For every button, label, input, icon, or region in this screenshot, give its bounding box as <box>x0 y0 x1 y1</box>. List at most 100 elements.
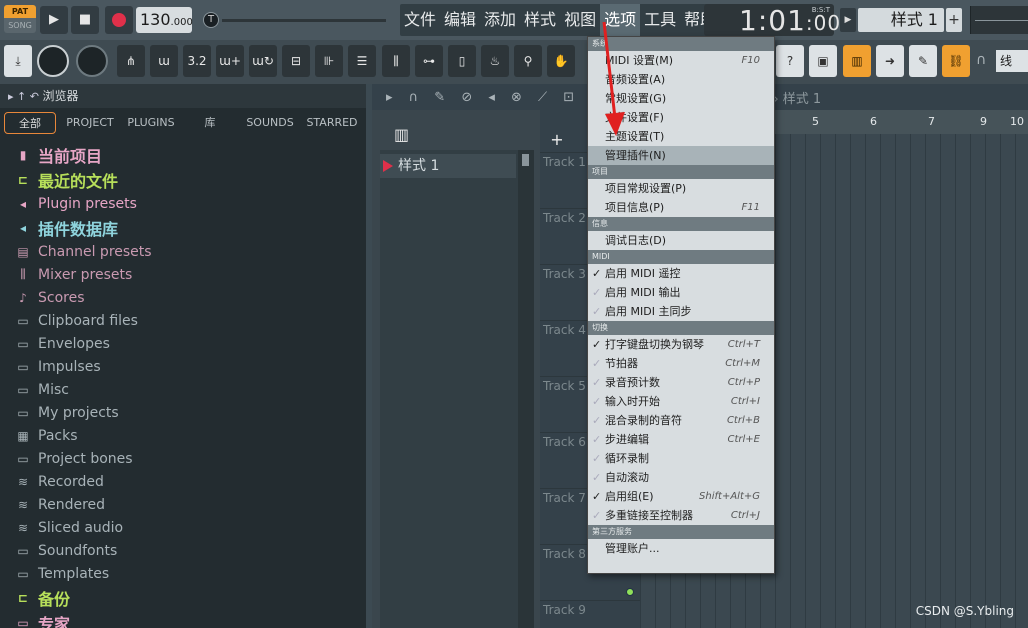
record-button[interactable] <box>105 6 133 34</box>
playlist-tool-icons[interactable]: ▸ ∩ ✎ ⊘ ◂ ⊗ ⟋ ⊡ <box>386 90 580 105</box>
pattern-name[interactable]: 样式 1 <box>858 8 944 32</box>
touch-icon[interactable]: ✋ <box>547 45 575 77</box>
menu-tools[interactable]: 工具 <box>640 4 680 36</box>
pattern-selector[interactable]: ▶ 样式 1 + <box>840 6 964 34</box>
list-item[interactable]: ▭ Misc <box>14 378 364 401</box>
typing-piano-icon[interactable]: ▥ <box>843 45 871 77</box>
menu-item-multilink[interactable]: ✓ 多重链接至控制器 Ctrl+J <box>588 506 774 525</box>
browser-nav-icons[interactable]: ▸ ↑ ↶ <box>8 90 42 103</box>
menu-item-metronome[interactable]: ✓ 节拍器 Ctrl+M <box>588 354 774 373</box>
menu-item-typing-keyboard[interactable]: ✓ 打字键盘切换为钢琴 Ctrl+T <box>588 335 774 354</box>
master-volume-slider[interactable] <box>222 19 386 22</box>
menu-file[interactable]: 文件 <box>400 4 440 36</box>
blend-notes-icon[interactable]: ɯ+ <box>216 45 244 77</box>
check-icon: ✓ <box>592 471 602 484</box>
step-edit-icon[interactable]: ⊟ <box>282 45 310 77</box>
help-icon[interactable]: ? <box>776 45 804 77</box>
play-icon: ▶ <box>49 12 59 27</box>
menu-item-start-on-input[interactable]: ✓ 输入时开始 Ctrl+I <box>588 392 774 411</box>
link-icon[interactable]: ⛓ <box>942 45 970 77</box>
list-item[interactable]: ≋ Recorded <box>14 470 364 493</box>
menu-item-label: 管理插件(N) <box>605 149 666 162</box>
menu-item-manage-account[interactable]: 管理账户... <box>588 539 774 558</box>
pattern-arrow-icon[interactable]: ▶ <box>840 8 856 32</box>
channel-rack-icon[interactable]: ⊶ <box>415 45 443 77</box>
volume-knob-icon[interactable] <box>76 45 108 77</box>
tab-project[interactable]: PROJECT <box>62 112 118 134</box>
tab-plugins[interactable]: PLUGINS <box>122 112 180 134</box>
play-button[interactable]: ▶ <box>40 6 68 34</box>
pattern-scrollbar[interactable] <box>518 150 534 628</box>
next-icon[interactable]: ➜ <box>876 45 904 77</box>
list-item[interactable]: ⊏ 最近的文件 <box>14 167 364 192</box>
typing-keyboard-icon[interactable]: ⊪ <box>315 45 343 77</box>
menu-item-blend-notes[interactable]: ✓ 混合录制的音符 Ctrl+B <box>588 411 774 430</box>
menu-item-midi-output[interactable]: ✓ 启用 MIDI 输出 <box>588 283 774 302</box>
add-track-button[interactable]: + <box>544 130 570 150</box>
menu-item-enable-groups[interactable]: ✓ 启用组(E) Shift+Alt+G <box>588 487 774 506</box>
pencil-icon[interactable]: ✎ <box>909 45 937 77</box>
metronome-icon[interactable]: ɯ <box>150 45 178 77</box>
list-item[interactable]: ▮ 当前项目 <box>14 142 364 167</box>
menu-item-loop-record[interactable]: ✓ 循环录制 <box>588 449 774 468</box>
list-item[interactable]: ≋ Rendered <box>14 493 364 516</box>
song-position-clock[interactable]: 1:01:00 B:S:T <box>704 4 840 37</box>
menu-item-project-info[interactable]: 项目信息(P) F11 <box>588 198 774 217</box>
browser-icon[interactable]: ⚲ <box>514 45 542 77</box>
list-item[interactable]: ▤ Channel presets <box>14 240 364 263</box>
plugin-icon[interactable]: ♨ <box>481 45 509 77</box>
list-item[interactable]: ▭ Soundfonts <box>14 539 364 562</box>
list-item[interactable]: ◂ Plugin presets <box>14 192 364 215</box>
menu-item-debug-log[interactable]: 调试日志(D) <box>588 231 774 250</box>
tab-all[interactable]: 全部 <box>4 112 56 134</box>
snap-icon[interactable]: ⋔ <box>117 45 145 77</box>
list-item[interactable]: ▭ Clipboard files <box>14 309 364 332</box>
mixer-icon[interactable]: ⫼ <box>382 45 410 77</box>
list-item[interactable]: ♪ Scores <box>14 286 364 309</box>
list-item[interactable]: ▭ My projects <box>14 401 364 424</box>
list-item[interactable]: ▭ Templates <box>14 562 364 585</box>
list-item[interactable]: ▭ Impulses <box>14 355 364 378</box>
pat-song-toggle[interactable]: PAT SONG <box>4 5 36 33</box>
piano-roll-icon[interactable]: ▯ <box>448 45 476 77</box>
list-item[interactable]: ▦ Packs <box>14 424 364 447</box>
menu-edit[interactable]: 编辑 <box>440 4 480 36</box>
magnet-icon[interactable]: ∩ <box>976 52 986 68</box>
menu-view[interactable]: 视图 <box>560 4 600 36</box>
menu-item-project-general[interactable]: 项目常规设置(P) <box>588 179 774 198</box>
menu-item-auto-scroll[interactable]: ✓ 自动滚动 <box>588 468 774 487</box>
menu-add[interactable]: 添加 <box>480 4 520 36</box>
list-item[interactable]: ⊏ 备份 <box>14 585 364 610</box>
cpu-knob-icon[interactable] <box>37 45 69 77</box>
list-item[interactable]: ▭ Project bones <box>14 447 364 470</box>
menu-item-countdown[interactable]: ✓ 录音预计数 Ctrl+P <box>588 373 774 392</box>
playlist-icon[interactable]: ☰ <box>348 45 376 77</box>
menu-item-midi-sync[interactable]: ✓ 启用 MIDI 主同步 <box>588 302 774 321</box>
add-pattern-button[interactable]: + <box>946 8 962 32</box>
tab-starred[interactable]: STARRED <box>302 112 362 134</box>
track-header[interactable]: Track 9 <box>540 600 640 628</box>
menu-item-step-edit[interactable]: ✓ 步进编辑 Ctrl+E <box>588 430 774 449</box>
list-item[interactable]: ◂ 插件数据库 <box>14 215 364 240</box>
stop-button[interactable]: ■ <box>71 6 99 34</box>
menu-item-manage-plugins[interactable]: 管理插件(N) <box>588 146 774 165</box>
save-icon[interactable]: ⤓ <box>4 45 32 77</box>
menu-item-midi-remote[interactable]: ✓ 启用 MIDI 遥控 <box>588 264 774 283</box>
tab-sounds[interactable]: SOUNDS <box>244 112 296 134</box>
master-pitch-knob[interactable]: T <box>203 12 219 28</box>
list-item[interactable]: ⫼ Mixer presets <box>14 263 364 286</box>
loop-record-icon[interactable]: ɯ↻ <box>249 45 277 77</box>
tab-library[interactable]: 库 <box>196 112 224 134</box>
track-led-icon[interactable] <box>626 588 634 596</box>
pattern-entry[interactable]: 样式 1 <box>380 154 516 178</box>
piano-icon[interactable]: ▥ <box>394 125 409 144</box>
line-select[interactable]: 线 <box>996 50 1028 72</box>
channel-icon: ▤ <box>17 244 29 259</box>
list-item[interactable]: ≋ Sliced audio <box>14 516 364 539</box>
list-item[interactable]: ▭ 专家 <box>14 610 364 628</box>
menu-patterns[interactable]: 样式 <box>520 4 560 36</box>
window-icon[interactable]: ▣ <box>809 45 837 77</box>
tempo-display[interactable]: 130.000 <box>136 7 193 33</box>
countdown-icon[interactable]: 3.2 <box>183 45 211 77</box>
list-item[interactable]: ▭ Envelopes <box>14 332 364 355</box>
